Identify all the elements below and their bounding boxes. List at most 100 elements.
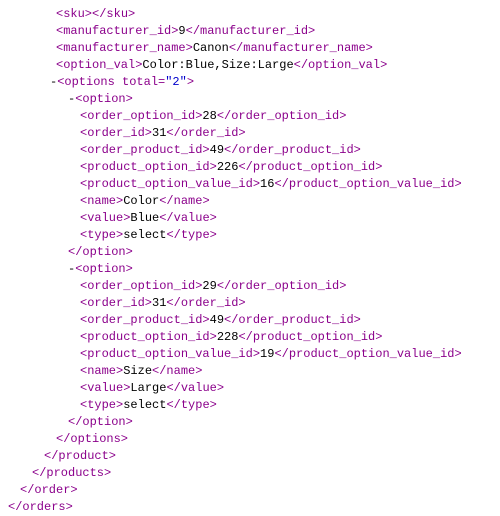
xml-tag: </product_option_value_id>	[274, 177, 461, 191]
xml-tag: <value>	[80, 211, 130, 225]
xml-tag: <manufacturer_id>	[56, 24, 178, 38]
xml-line: </options>	[0, 431, 500, 448]
xml-tag: <manufacturer_name>	[56, 41, 193, 55]
xml-line: <manufacturer_id>9</manufacturer_id>	[0, 23, 500, 40]
xml-text: 31	[152, 126, 166, 140]
xml-tag: <options	[57, 75, 122, 89]
xml-tag: <order_id>	[80, 126, 152, 140]
xml-line: </option>	[0, 244, 500, 261]
xml-line: <order_id>31</order_id>	[0, 295, 500, 312]
xml-attr-value: "2"	[165, 75, 187, 89]
xml-tag: <sku>	[56, 7, 92, 21]
xml-tag: <product_option_id>	[80, 160, 217, 174]
xml-tag: <type>	[80, 228, 123, 242]
xml-line: <product_option_id>228</product_option_i…	[0, 329, 500, 346]
xml-tag: <option_val>	[56, 58, 142, 72]
xml-text: 31	[152, 296, 166, 310]
xml-text: select	[123, 398, 166, 412]
xml-text: Size	[123, 364, 152, 378]
xml-text: 28	[202, 109, 216, 123]
xml-text: Large	[130, 381, 166, 395]
xml-line: <order_option_id>29</order_option_id>	[0, 278, 500, 295]
xml-line: <sku></sku>	[0, 6, 500, 23]
xml-tag: <order_product_id>	[80, 143, 210, 157]
xml-line: <order_product_id>49</order_product_id>	[0, 142, 500, 159]
xml-tag: </order_option_id>	[217, 109, 347, 123]
xml-tag: </order_product_id>	[224, 143, 361, 157]
xml-tag: </option>	[68, 415, 133, 429]
xml-text: 228	[217, 330, 239, 344]
xml-tag: </order_id>	[166, 296, 245, 310]
xml-tag: <name>	[80, 194, 123, 208]
xml-line: </products>	[0, 465, 500, 482]
xml-tag: </name>	[159, 194, 209, 208]
xml-line: -<options total="2">	[0, 74, 500, 91]
xml-tag: </name>	[152, 364, 202, 378]
xml-tag: <value>	[80, 381, 130, 395]
xml-text: 19	[260, 347, 274, 361]
xml-line: </orders>	[0, 499, 500, 516]
xml-tag: </value>	[159, 211, 217, 225]
xml-tag: </order>	[20, 483, 78, 497]
xml-line: <manufacturer_name>Canon</manufacturer_n…	[0, 40, 500, 57]
xml-tag: </order_product_id>	[224, 313, 361, 327]
xml-tag: <name>	[80, 364, 123, 378]
xml-tag: </option>	[68, 245, 133, 259]
xml-attr-name: total=	[122, 75, 165, 89]
xml-line: </option>	[0, 414, 500, 431]
xml-text: 226	[217, 160, 239, 174]
xml-text: 16	[260, 177, 274, 191]
xml-line: <product_option_value_id>19</product_opt…	[0, 346, 500, 363]
xml-tag: </type>	[166, 228, 216, 242]
xml-line: <order_id>31</order_id>	[0, 125, 500, 142]
xml-text: 29	[202, 279, 216, 293]
xml-tag: >	[187, 75, 194, 89]
xml-tag: <product_option_id>	[80, 330, 217, 344]
xml-text: 9	[178, 24, 185, 38]
xml-tag: </options>	[56, 432, 128, 446]
xml-tag: </manufacturer_name>	[229, 41, 373, 55]
xml-tag: </products>	[32, 466, 111, 480]
xml-text: Blue	[130, 211, 159, 225]
xml-tag: </product_option_id>	[238, 330, 382, 344]
xml-tag: </option_val>	[294, 58, 388, 72]
xml-line: <name>Size</name>	[0, 363, 500, 380]
xml-tag: <type>	[80, 398, 123, 412]
xml-text: Color	[123, 194, 159, 208]
xml-line: <name>Color</name>	[0, 193, 500, 210]
xml-line: -<option>	[0, 261, 500, 278]
xml-tag: </product_option_id>	[238, 160, 382, 174]
xml-tag: </manufacturer_id>	[186, 24, 316, 38]
xml-text: Canon	[193, 41, 229, 55]
xml-tag: </value>	[166, 381, 224, 395]
xml-tag: <order_option_id>	[80, 279, 202, 293]
xml-line: <product_option_value_id>16</product_opt…	[0, 176, 500, 193]
xml-tag: <order_id>	[80, 296, 152, 310]
xml-line: <type>select</type>	[0, 227, 500, 244]
xml-tag: </order_id>	[166, 126, 245, 140]
xml-text: 49	[210, 313, 224, 327]
xml-text: Color:Blue,Size:Large	[142, 58, 293, 72]
xml-line: <order_product_id>49</order_product_id>	[0, 312, 500, 329]
xml-tag: <option>	[75, 92, 133, 106]
xml-tag: <order_option_id>	[80, 109, 202, 123]
xml-line: <order_option_id>28</order_option_id>	[0, 108, 500, 125]
xml-tag: </type>	[166, 398, 216, 412]
xml-text: 49	[210, 143, 224, 157]
xml-line: <type>select</type>	[0, 397, 500, 414]
xml-line: <option_val>Color:Blue,Size:Large</optio…	[0, 57, 500, 74]
xml-tag: <option>	[75, 262, 133, 276]
xml-line: <product_option_id>226</product_option_i…	[0, 159, 500, 176]
xml-tag: <product_option_value_id>	[80, 177, 260, 191]
xml-line: -<option>	[0, 91, 500, 108]
xml-tree-view: <sku></sku><manufacturer_id>9</manufactu…	[0, 6, 500, 516]
xml-tag: </product>	[44, 449, 116, 463]
xml-line: <value>Large</value>	[0, 380, 500, 397]
xml-tag: </order_option_id>	[217, 279, 347, 293]
xml-line: <value>Blue</value>	[0, 210, 500, 227]
xml-tag: <product_option_value_id>	[80, 347, 260, 361]
xml-text: select	[123, 228, 166, 242]
xml-tag: <order_product_id>	[80, 313, 210, 327]
xml-tag: </sku>	[92, 7, 135, 21]
xml-tag: </product_option_value_id>	[274, 347, 461, 361]
